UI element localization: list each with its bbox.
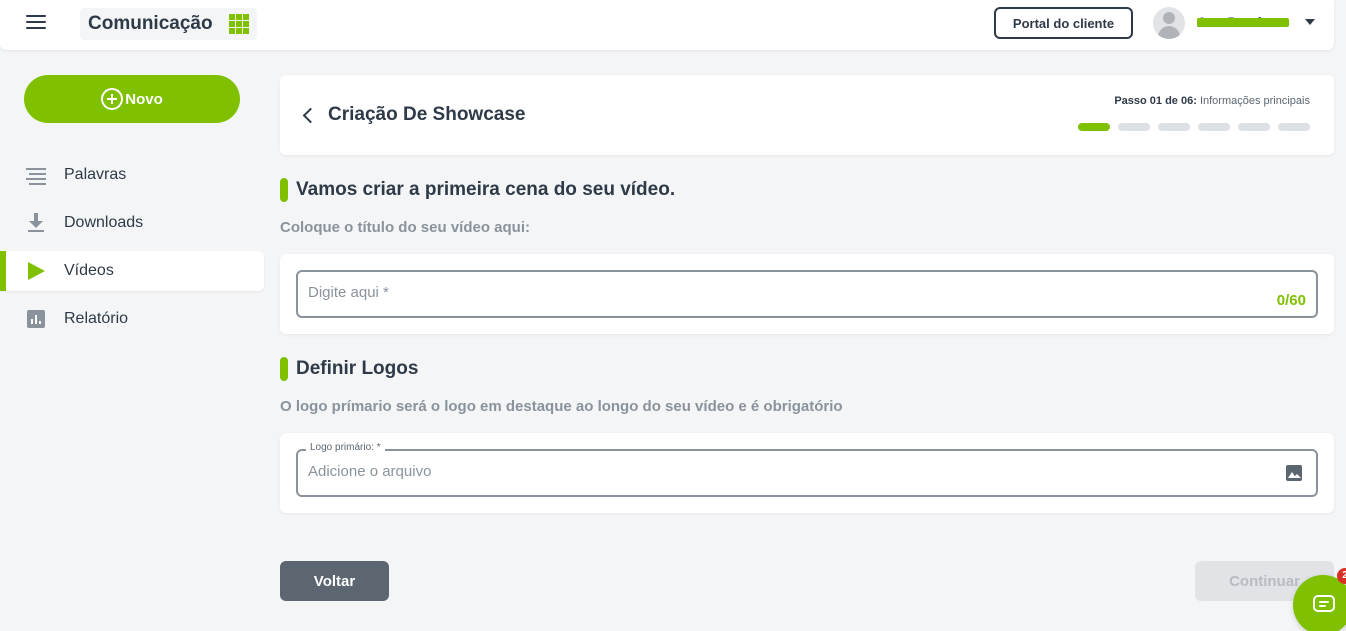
step-name: Informações principais bbox=[1199, 95, 1310, 107]
sidebar-item-relatorio[interactable]: Relatório bbox=[0, 299, 264, 339]
char-counter: 0/60 bbox=[1276, 292, 1306, 309]
video-title-input[interactable] bbox=[308, 284, 1208, 301]
chevron-left-icon[interactable] bbox=[302, 107, 319, 124]
sidebar-item-downloads[interactable]: Downloads bbox=[0, 203, 264, 243]
step-segment bbox=[1078, 123, 1110, 131]
step-segment bbox=[1198, 123, 1230, 131]
step-segment bbox=[1278, 123, 1310, 131]
sidebar-item-videos[interactable]: Vídeos bbox=[0, 251, 264, 291]
step-segment bbox=[1158, 123, 1190, 131]
chevron-down-icon[interactable] bbox=[1305, 19, 1315, 25]
section-subtitle: Coloque o título do seu vídeo aqui: bbox=[280, 219, 530, 236]
app-title: Comunicação bbox=[88, 13, 213, 34]
sidebar-item-label: Downloads bbox=[64, 214, 144, 231]
chat-button[interactable] bbox=[1293, 575, 1346, 631]
page-title: Criação De Showcase bbox=[328, 104, 526, 125]
step-segment bbox=[1118, 123, 1150, 131]
image-icon[interactable] bbox=[1286, 465, 1302, 481]
chat-icon bbox=[1313, 595, 1335, 612]
new-button-label: Novo bbox=[125, 90, 163, 108]
logo-file-field[interactable]: Logo primário: * bbox=[296, 442, 1318, 497]
sidebar-item-label: Vídeos bbox=[64, 262, 114, 279]
notification-badge: 2 bbox=[1337, 568, 1346, 584]
plus-circle-icon bbox=[101, 88, 124, 110]
section-accent-bar bbox=[280, 178, 288, 202]
section-title: Vamos criar a primeira cena do seu vídeo… bbox=[296, 179, 676, 200]
step-prefix: Passo 01 de 06: bbox=[1114, 95, 1197, 107]
title-input-card: 0/60 bbox=[280, 254, 1334, 334]
user-avatar[interactable] bbox=[1153, 7, 1185, 39]
step-progress bbox=[1078, 123, 1310, 131]
section-title: Definir Logos bbox=[296, 358, 419, 379]
user-name-redaction bbox=[1197, 18, 1289, 27]
menu-icon[interactable] bbox=[26, 15, 46, 31]
step-segment bbox=[1238, 123, 1270, 131]
list-lines-icon bbox=[26, 168, 46, 188]
sidebar-item-label: Palavras bbox=[64, 166, 127, 183]
logo-file-input[interactable] bbox=[308, 463, 1208, 480]
bar-chart-icon bbox=[27, 310, 45, 328]
section-heading-logos: Definir Logos bbox=[280, 357, 418, 381]
play-icon bbox=[28, 262, 45, 280]
top-header: Comunicação Portal do cliente Ana Pereir… bbox=[0, 0, 1334, 50]
back-button[interactable]: Voltar bbox=[280, 561, 389, 601]
title-card: Criação De Showcase Passo 01 de 06: Info… bbox=[280, 75, 1334, 155]
app-brand[interactable]: Comunicação bbox=[80, 8, 257, 40]
step-indicator-text: Passo 01 de 06: Informações principais bbox=[1114, 95, 1310, 107]
logo-input-card: Logo primário: * bbox=[280, 433, 1334, 513]
new-button[interactable]: Novo bbox=[24, 75, 240, 123]
sidebar-item-label: Relatório bbox=[64, 310, 129, 327]
section-accent-bar bbox=[280, 357, 288, 381]
download-icon bbox=[26, 213, 46, 233]
title-field[interactable]: 0/60 bbox=[296, 270, 1318, 318]
sidebar-item-palavras[interactable]: Palavras bbox=[0, 155, 264, 195]
apps-grid-icon[interactable] bbox=[228, 14, 249, 34]
field-label: Logo primário: * bbox=[306, 442, 385, 453]
portal-button[interactable]: Portal do cliente bbox=[994, 7, 1133, 39]
section-heading-scene: Vamos criar a primeira cena do seu vídeo… bbox=[280, 178, 675, 202]
section-subtitle: O logo prímario será o logo em destaque … bbox=[280, 398, 843, 415]
